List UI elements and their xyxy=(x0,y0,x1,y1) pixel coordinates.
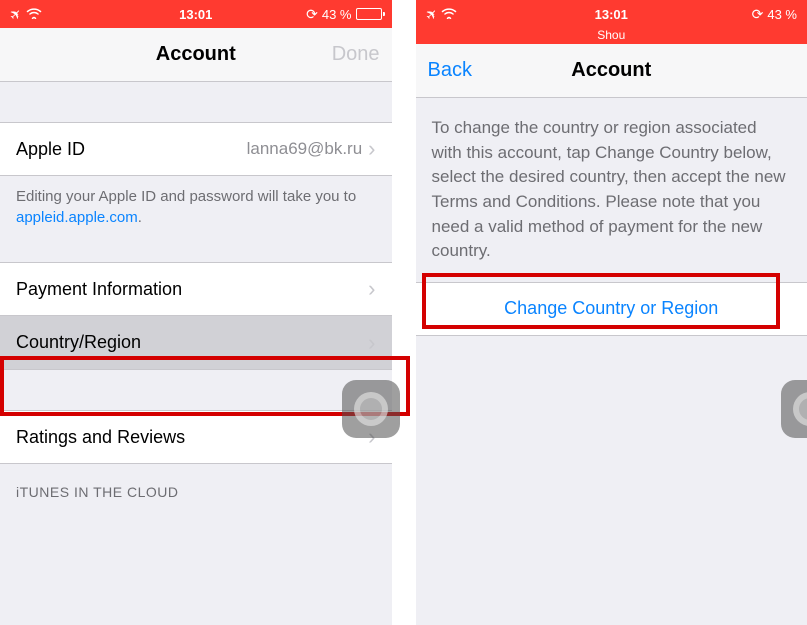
status-bar: ✈ 13:01 ⟳ 43 % xyxy=(0,0,392,28)
spacer xyxy=(0,370,392,410)
appleid-link[interactable]: appleid.apple.com xyxy=(16,209,138,226)
ratings-reviews-row[interactable]: Ratings and Reviews › xyxy=(0,410,392,464)
loading-icon: ⟳ xyxy=(306,6,318,23)
airplane-icon: ✈ xyxy=(6,4,26,24)
nav-title: Account xyxy=(571,59,651,82)
status-time: 13:01 xyxy=(179,7,212,22)
chevron-right-icon: › xyxy=(368,138,375,160)
phone-right: ✈ 13:01 ⟳ 43 % Shou Back Account To chan… xyxy=(416,0,807,625)
airplane-icon: ✈ xyxy=(421,4,441,24)
itunes-cloud-header: iTUNES IN THE CLOUD xyxy=(0,464,392,508)
change-country-label: Change Country or Region xyxy=(504,298,718,319)
wifi-icon xyxy=(441,7,457,22)
loading-icon: ⟳ xyxy=(752,6,764,23)
apple-id-label: Apple ID xyxy=(16,139,85,160)
status-subtitle: Shou xyxy=(416,28,807,44)
ratings-label: Ratings and Reviews xyxy=(16,427,185,448)
assistive-touch-icon[interactable] xyxy=(342,380,400,438)
change-country-button[interactable]: Change Country or Region xyxy=(416,282,807,336)
nav-title: Account xyxy=(156,43,236,66)
apple-id-value: lanna69@bk.ru xyxy=(247,139,363,159)
payment-label: Payment Information xyxy=(16,279,182,300)
status-right: ⟳ 43 % xyxy=(306,6,381,23)
spacer xyxy=(0,244,392,262)
status-bar: ✈ 13:01 ⟳ 43 % xyxy=(416,0,807,28)
wifi-icon xyxy=(26,7,42,22)
payment-info-row[interactable]: Payment Information › xyxy=(0,262,392,316)
country-label: Country/Region xyxy=(16,332,141,353)
status-right: ⟳ 43 % xyxy=(752,6,797,23)
nav-bar: Account Done xyxy=(0,28,392,82)
battery-pct: 43 % xyxy=(322,7,352,22)
nav-bar: Back Account xyxy=(416,44,807,98)
description-text: To change the country or region associat… xyxy=(416,98,807,282)
battery-pct: 43 % xyxy=(767,7,797,22)
done-button[interactable]: Done xyxy=(332,43,380,66)
chevron-right-icon: › xyxy=(368,278,375,300)
footer-text-before: Editing your Apple ID and password will … xyxy=(16,188,356,205)
assistive-touch-icon[interactable] xyxy=(781,380,807,438)
spacer xyxy=(0,82,392,122)
status-left: ✈ xyxy=(10,6,42,23)
status-time: 13:01 xyxy=(595,7,628,22)
battery-icon xyxy=(356,8,382,20)
country-region-row[interactable]: Country/Region › xyxy=(0,316,392,370)
footer-text-after: . xyxy=(138,209,142,226)
status-left: ✈ xyxy=(426,6,458,23)
apple-id-row[interactable]: Apple ID lanna69@bk.ru › xyxy=(0,122,392,176)
apple-id-footer: Editing your Apple ID and password will … xyxy=(0,176,392,244)
chevron-right-icon: › xyxy=(368,332,375,354)
phone-left: ✈ 13:01 ⟳ 43 % Account Done Apple ID lan… xyxy=(0,0,392,625)
back-button[interactable]: Back xyxy=(428,59,472,82)
